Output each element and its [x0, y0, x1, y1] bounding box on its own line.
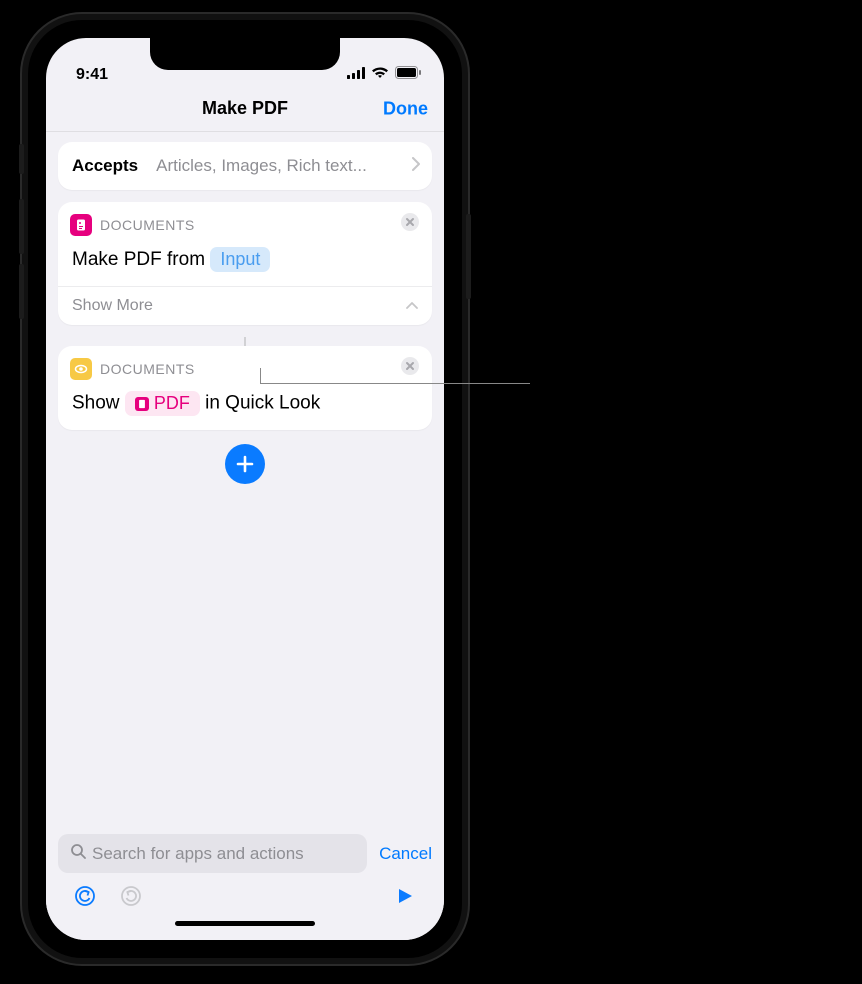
- action-make-pdf[interactable]: DOCUMENTS Make PDF from Input Show More: [58, 202, 432, 325]
- search-icon: [70, 843, 86, 864]
- input-token[interactable]: Input: [210, 247, 270, 272]
- redo-button: [120, 885, 142, 907]
- power-button: [466, 214, 471, 299]
- battery-icon: [395, 66, 422, 84]
- done-button[interactable]: Done: [383, 98, 428, 119]
- action-text-prefix: Make PDF from: [72, 249, 205, 270]
- cancel-button[interactable]: Cancel: [379, 844, 432, 864]
- add-action-button[interactable]: [225, 444, 265, 484]
- cellular-icon: [347, 66, 365, 84]
- accepts-label: Accepts: [72, 156, 138, 176]
- show-more-button[interactable]: Show More: [58, 286, 432, 325]
- iphone-frame: 9:41 Make PDF Done: [22, 14, 468, 964]
- quicklook-icon: [70, 358, 92, 380]
- undo-button[interactable]: [74, 885, 96, 907]
- status-time: 9:41: [76, 66, 108, 84]
- page-title: Make PDF: [202, 98, 288, 119]
- accepts-row[interactable]: Accepts Articles, Images, Rich text...: [58, 142, 432, 190]
- action-category: DOCUMENTS: [100, 217, 195, 233]
- volume-up-button: [19, 199, 24, 254]
- pdf-token-icon: [135, 397, 149, 411]
- action-text-prefix: Show: [72, 393, 120, 414]
- toolbar: [58, 873, 432, 917]
- nav-bar: Make PDF Done: [46, 86, 444, 132]
- notch: [150, 38, 340, 70]
- run-button[interactable]: [394, 885, 416, 907]
- bottom-panel: Search for apps and actions Cancel: [46, 826, 444, 940]
- search-placeholder: Search for apps and actions: [92, 844, 304, 864]
- accepts-value: Articles, Images, Rich text...: [156, 156, 406, 176]
- search-input[interactable]: Search for apps and actions: [58, 834, 367, 873]
- action-category: DOCUMENTS: [100, 361, 195, 377]
- delete-action-button[interactable]: [400, 212, 420, 237]
- volume-down-button: [19, 264, 24, 319]
- chevron-right-icon: [412, 156, 420, 176]
- screen: 9:41 Make PDF Done: [46, 38, 444, 940]
- editor-content: Accepts Articles, Images, Rich text... D…: [46, 132, 444, 826]
- documents-icon: [70, 214, 92, 236]
- pdf-token[interactable]: PDF: [125, 391, 200, 416]
- action-quick-look[interactable]: DOCUMENTS Show PDF in Quic: [58, 346, 432, 430]
- mute-switch: [19, 144, 24, 174]
- delete-action-button[interactable]: [400, 356, 420, 381]
- chevron-down-icon: [406, 297, 418, 315]
- action-text-suffix: in Quick Look: [205, 393, 320, 414]
- wifi-icon: [371, 66, 389, 84]
- home-indicator: [175, 921, 315, 926]
